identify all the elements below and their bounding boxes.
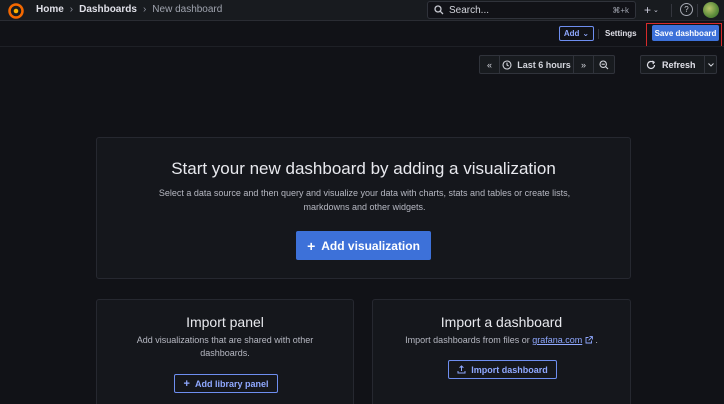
import-panel-description: Add visualizations that are shared with … [119,334,331,360]
time-range-picker[interactable]: Last 6 hours [500,56,574,73]
breadcrumb-dashboards[interactable]: Dashboards [79,3,137,17]
import-dashboard-title: Import a dashboard [440,314,563,330]
empty-dashboard-title: Start your new dashboard by adding a vis… [171,159,556,178]
breadcrumb-current: New dashboard [152,4,223,15]
description-line: dashboards. [200,348,250,358]
description-line: markdowns and other widgets. [303,202,426,212]
empty-dashboard-description: Select a data source and then query and … [137,186,592,214]
chevron-right-icon: › [142,4,147,15]
settings-button[interactable]: Settings [605,26,637,41]
add-library-panel-button[interactable]: + Add library panel [174,374,278,393]
external-link-icon [585,336,593,344]
divider [598,29,599,39]
search-shortcut: ⌘+k [612,5,629,15]
chevron-right-icon: › [69,4,74,15]
zoom-out-icon[interactable] [594,56,614,73]
divider [697,4,698,17]
add-visualization-label: Add visualization [321,238,420,253]
import-dashboard-card: Import a dashboard Import dashboards fro… [372,299,631,404]
clock-icon [502,59,512,70]
breadcrumb: Home › Dashboards › New dashboard [36,3,222,17]
plus-icon: + [183,377,190,390]
breadcrumb-home[interactable]: Home [36,3,64,17]
import-panel-card: Import panel Add visualizations that are… [96,299,354,404]
refresh-button[interactable]: Refresh [640,55,717,74]
import-dashboard-button[interactable]: Import dashboard [448,360,557,379]
time-range-label: Last 6 hours [517,59,571,70]
add-button[interactable]: Add ⌄ [559,26,594,41]
top-nav: Home › Dashboards › New dashboard Search… [0,0,724,21]
zoom-back-icon[interactable]: « [480,56,500,73]
description-text: Import dashboards from files or [405,335,530,345]
divider [671,4,672,17]
add-visualization-button[interactable]: + Add visualization [296,231,431,260]
empty-dashboard-card: Start your new dashboard by adding a vis… [96,137,631,279]
search-icon [434,5,444,15]
description-line: Add visualizations that are shared with … [136,335,314,345]
time-range-controls: « Last 6 hours » [479,55,615,74]
chevron-down-icon: ⌄ [653,7,659,14]
grafana-com-link[interactable]: grafana.com [532,335,582,345]
new-menu-button[interactable]: + ⌄ [644,3,666,17]
plus-icon: + [644,3,652,17]
add-button-label: Add [563,29,580,38]
help-icon[interactable]: ? [680,3,693,16]
description-suffix: . [595,335,598,345]
add-library-panel-label: Add library panel [194,378,269,389]
grafana-logo-icon[interactable] [8,3,24,19]
chevron-down-icon[interactable] [704,56,716,73]
refresh-icon [646,60,656,69]
divider [0,46,724,47]
upload-icon [457,365,466,374]
import-dashboard-description: Import dashboards from files or grafana.… [395,334,608,347]
zoom-forward-icon[interactable]: » [574,56,594,73]
save-dashboard-button[interactable]: Save dashboard [652,25,719,41]
avatar[interactable] [703,2,719,18]
import-dashboard-label: Import dashboard [471,364,548,375]
search-input[interactable]: Search... ⌘+k [427,1,636,19]
search-placeholder: Search... [449,4,490,16]
plus-icon: + [307,237,316,254]
chevron-down-icon: ⌄ [582,29,590,38]
refresh-label: Refresh [662,59,696,70]
description-line: Select a data source and then query and … [158,188,571,198]
import-panel-title: Import panel [186,314,264,330]
